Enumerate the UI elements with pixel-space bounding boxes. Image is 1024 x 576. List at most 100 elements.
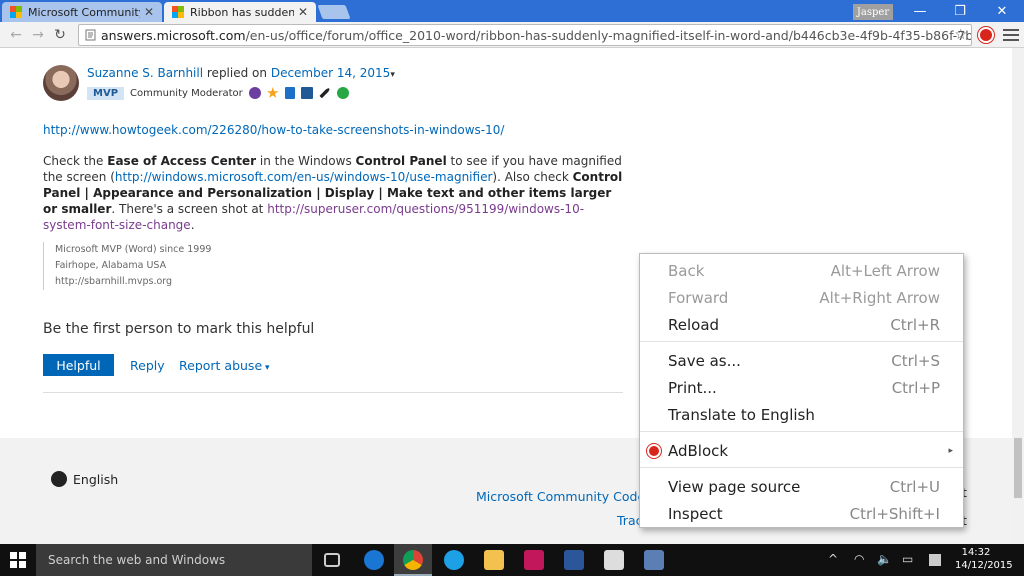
- post-link-1-line: http://www.howtogeek.com/226280/how-to-t…: [43, 122, 623, 138]
- ease-of-access-text: Ease of Access Center: [107, 154, 257, 168]
- report-abuse-link[interactable]: Report abuse ▾: [179, 358, 270, 373]
- helpful-button[interactable]: Helpful: [43, 354, 114, 376]
- document-badge-icon: [284, 87, 295, 99]
- adblock-icon: [647, 444, 661, 458]
- menu-item-shortcut: Alt+Right Arrow: [819, 289, 940, 307]
- replied-on-text: replied on: [206, 66, 267, 80]
- chrome-icon[interactable]: [403, 550, 423, 570]
- badge-award-icon: [248, 87, 261, 99]
- green-badge-icon: [336, 87, 349, 99]
- mail-icon[interactable]: [604, 550, 624, 570]
- author-badges: MVP Community Moderator: [87, 85, 352, 101]
- profile-button[interactable]: Jasper: [853, 4, 893, 20]
- screen: Microsoft Community ✕ Ribbon has suddenl…: [0, 0, 1024, 576]
- message-icon[interactable]: ▭: [902, 552, 913, 566]
- menu-item-inspect[interactable]: Inspect Ctrl+Shift+I: [640, 502, 963, 526]
- tab-microsoft-community[interactable]: Microsoft Community ✕: [2, 2, 162, 22]
- menu-item-shortcut: Ctrl+U: [889, 478, 940, 496]
- signature-line: http://sbarnhill.mvps.org: [55, 276, 173, 287]
- clock-time: 14:32: [961, 547, 991, 558]
- url-path: /en-us/office/forum/office_2010-word/rib…: [245, 27, 972, 43]
- howtogeek-link[interactable]: http://www.howtogeek.com/226280/how-to-t…: [43, 123, 504, 137]
- menu-item-shortcut: Ctrl+Shift+I: [849, 505, 940, 523]
- menu-item-save-as[interactable]: Save as... Ctrl+S: [640, 349, 963, 373]
- wifi-icon[interactable]: ◠: [854, 552, 864, 566]
- tab-title: Ribbon has suddenly magi: [190, 5, 294, 19]
- magnifier-link[interactable]: http://windows.microsoft.com/en-us/windo…: [115, 170, 492, 184]
- report-abuse-label: Report abuse: [179, 358, 263, 373]
- tab-title: Microsoft Community: [28, 5, 140, 19]
- menu-item-print[interactable]: Print... Ctrl+P: [640, 376, 963, 400]
- url-host: answers.microsoft.com: [101, 27, 246, 43]
- volume-icon[interactable]: 🔈: [877, 552, 892, 566]
- address-bar[interactable]: answers.microsoft.com/en-us/office/forum…: [78, 24, 972, 46]
- close-window-button[interactable]: ✕: [982, 2, 1022, 20]
- post-date-link[interactable]: December 14, 2015: [271, 66, 390, 80]
- chrome-menu-icon[interactable]: [1003, 26, 1019, 44]
- context-menu: Back Alt+Left Arrow Forward Alt+Right Ar…: [639, 253, 964, 528]
- menu-item-reload[interactable]: Reload Ctrl+R: [640, 313, 963, 337]
- code-of-conduct-link[interactable]: Microsoft Community Code of: [476, 489, 661, 504]
- menu-item-label: Reload: [668, 316, 720, 334]
- menu-item-translate[interactable]: Translate to English: [640, 403, 963, 427]
- browser-toolbar: ← → ↻ answers.microsoft.com/en-us/office…: [0, 22, 1024, 48]
- bookmark-star-icon[interactable]: ☆: [954, 27, 967, 43]
- windows-start-icon[interactable]: [10, 552, 26, 568]
- show-hidden-icons-icon[interactable]: ^: [828, 552, 838, 566]
- menu-item-view-source[interactable]: View page source Ctrl+U: [640, 475, 963, 499]
- minimize-button[interactable]: —: [900, 2, 940, 20]
- menu-item-label: Print...: [668, 379, 717, 397]
- keyboard-icon[interactable]: [929, 554, 941, 566]
- adblock-extension-icon[interactable]: [978, 27, 994, 43]
- microsoft-logo-icon: [172, 6, 184, 18]
- chevron-down-icon[interactable]: ▾: [390, 70, 395, 80]
- menu-separator: [640, 467, 963, 468]
- reload-icon[interactable]: ↻: [50, 25, 70, 45]
- menu-item-shortcut: Ctrl+S: [891, 352, 940, 370]
- forward-arrow-icon[interactable]: →: [28, 25, 48, 45]
- tab-close-icon[interactable]: ✕: [144, 5, 154, 19]
- maximize-button[interactable]: ❐: [940, 2, 980, 20]
- globe-icon: [51, 471, 67, 487]
- taskbar-clock[interactable]: 14:32 14/12/2015: [955, 546, 1013, 572]
- text-fragment: .: [190, 218, 195, 232]
- menu-item-label: Save as...: [668, 352, 741, 370]
- tab-close-icon[interactable]: ✕: [298, 5, 308, 19]
- microsoft-logo-icon: [10, 6, 22, 18]
- author-link[interactable]: Suzanne S. Barnhill: [87, 66, 203, 80]
- menu-item-forward[interactable]: Forward Alt+Right Arrow: [640, 286, 963, 310]
- avatar[interactable]: [43, 65, 79, 101]
- menu-item-back[interactable]: Back Alt+Left Arrow: [640, 259, 963, 283]
- menu-separator: [640, 431, 963, 432]
- app-icon[interactable]: [644, 550, 664, 570]
- text-fragment: . There's a screen shot at: [111, 202, 264, 216]
- clock-date: 14/12/2015: [955, 560, 1013, 571]
- post-signature: Microsoft MVP (Word) since 1999 Fairhope…: [43, 242, 211, 290]
- app-icon[interactable]: [524, 550, 544, 570]
- taskbar-search-input[interactable]: Search the web and Windows: [36, 544, 312, 576]
- chevron-down-icon: ▾: [262, 363, 270, 373]
- text-fragment: in the Windows: [259, 154, 352, 168]
- tab-ribbon-thread[interactable]: Ribbon has suddenly magi ✕: [164, 2, 316, 22]
- scrollbar-thumb[interactable]: [1014, 438, 1022, 498]
- language-selector[interactable]: English: [73, 472, 118, 487]
- menu-separator: [640, 341, 963, 342]
- internet-explorer-icon[interactable]: [444, 550, 464, 570]
- reply-link[interactable]: Reply: [130, 358, 165, 373]
- page-scrollbar[interactable]: [1012, 48, 1024, 544]
- task-view-icon[interactable]: [324, 553, 340, 567]
- helpful-prompt: Be the first person to mark this helpful: [43, 321, 315, 337]
- word-icon[interactable]: [564, 550, 584, 570]
- file-explorer-icon[interactable]: [484, 550, 504, 570]
- menu-item-adblock[interactable]: AdBlock ▸: [640, 439, 963, 463]
- new-tab-button[interactable]: [317, 5, 351, 19]
- edge-browser-icon[interactable]: [364, 550, 384, 570]
- back-arrow-icon[interactable]: ←: [6, 25, 26, 45]
- menu-item-label: Forward: [668, 289, 729, 307]
- menu-item-label: Inspect: [668, 505, 723, 523]
- menu-item-shortcut: Ctrl+R: [890, 316, 940, 334]
- control-panel-text: Control Panel: [355, 154, 447, 168]
- menu-item-label: Back: [668, 262, 705, 280]
- page-info-icon[interactable]: [85, 29, 96, 41]
- post-paragraph: Check the Ease of Access Center in the W…: [43, 154, 623, 232]
